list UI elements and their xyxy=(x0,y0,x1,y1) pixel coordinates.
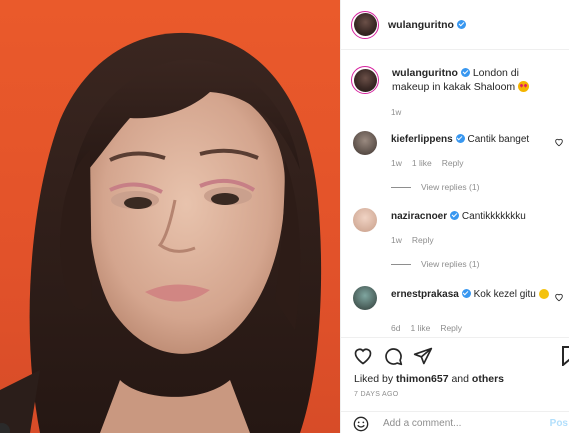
comment-username[interactable]: kieferlippens xyxy=(391,134,453,145)
comment-avatar[interactable] xyxy=(353,131,377,155)
comment-meta: 1w Reply xyxy=(391,235,444,245)
caption-username[interactable]: wulanguritno xyxy=(392,67,458,79)
caption-timestamp: 1w xyxy=(391,108,402,117)
save-bookmark-icon[interactable] xyxy=(562,346,569,366)
verified-badge-icon xyxy=(460,68,470,77)
add-comment-input[interactable]: Add a comment... xyxy=(383,418,461,429)
comment-meta: 6d 1 like Reply xyxy=(391,323,472,333)
view-replies-button[interactable]: View replies (1) xyxy=(391,182,479,192)
comment-text: ernestprakasa Kok kezel gitu xyxy=(391,288,551,301)
author-avatar[interactable] xyxy=(351,10,379,39)
comment-likes[interactable]: 1 like xyxy=(410,323,430,333)
post-comment-button[interactable]: Pos xyxy=(550,418,568,429)
liked-by-user[interactable]: thimon657 xyxy=(396,373,449,385)
verified-badge-icon xyxy=(461,289,471,298)
comment-username[interactable]: ernestprakasa xyxy=(391,289,459,300)
comment-likes[interactable]: 1 like xyxy=(412,158,432,168)
liked-by-text: Liked by thimon657 and others xyxy=(354,373,505,385)
caption-text: wulanguritno London di makeup in kakak S… xyxy=(392,66,552,94)
comment-time: 1w xyxy=(391,158,402,168)
comment-text: naziracnoer Cantikkkkkkku xyxy=(391,210,551,223)
emoji-picker-icon[interactable] xyxy=(353,416,369,432)
liked-by-others[interactable]: others xyxy=(472,373,504,385)
like-comment-heart-icon[interactable] xyxy=(554,137,564,147)
comment-text: kieferlippens Cantik banget xyxy=(391,133,551,146)
comment-body: Cantikkkkkkku xyxy=(461,211,526,222)
like-comment-heart-icon[interactable] xyxy=(554,292,564,302)
view-replies-button[interactable]: View replies (1) xyxy=(391,259,479,269)
comment-meta: 1w 1 like Reply xyxy=(391,158,473,168)
reply-button[interactable]: Reply xyxy=(412,235,434,245)
reply-button[interactable]: Reply xyxy=(442,158,464,168)
comment-avatar[interactable] xyxy=(353,208,377,232)
post-timestamp: 7 DAYS AGO xyxy=(354,391,399,398)
add-comment-bar: Add a comment... Pos xyxy=(341,411,569,433)
grimacing-emoji-icon xyxy=(538,289,549,299)
post-caption: wulanguritno London di makeup in kakak S… xyxy=(351,66,561,117)
comment-time: 1w xyxy=(391,235,402,245)
comment-time: 6d xyxy=(391,323,401,333)
reply-button[interactable]: Reply xyxy=(440,323,462,333)
share-paper-plane-icon[interactable] xyxy=(413,346,433,366)
like-heart-icon[interactable] xyxy=(353,346,373,366)
comment-bubble-icon[interactable] xyxy=(383,346,403,366)
comment-avatar[interactable] xyxy=(353,286,377,310)
caption-avatar[interactable] xyxy=(351,66,379,94)
girl-portrait-image xyxy=(0,32,322,433)
verified-badge-icon xyxy=(450,211,460,220)
post-details-panel: wulanguritno wulanguritno London di make… xyxy=(340,0,569,433)
heart-eyes-emoji-icon xyxy=(518,81,530,92)
comment-body: Cantik banget xyxy=(467,134,530,145)
post-photo[interactable] xyxy=(0,0,340,433)
comment-username[interactable]: naziracnoer xyxy=(391,211,447,222)
post-actions: Liked by thimon657 and others 7 DAYS AGO… xyxy=(341,337,569,433)
post-header: wulanguritno xyxy=(341,0,569,50)
comment-body: Kok kezel gitu xyxy=(473,289,536,300)
verified-badge-icon xyxy=(455,134,465,143)
author-username[interactable]: wulanguritno xyxy=(388,19,466,31)
verified-badge-icon xyxy=(456,19,466,29)
